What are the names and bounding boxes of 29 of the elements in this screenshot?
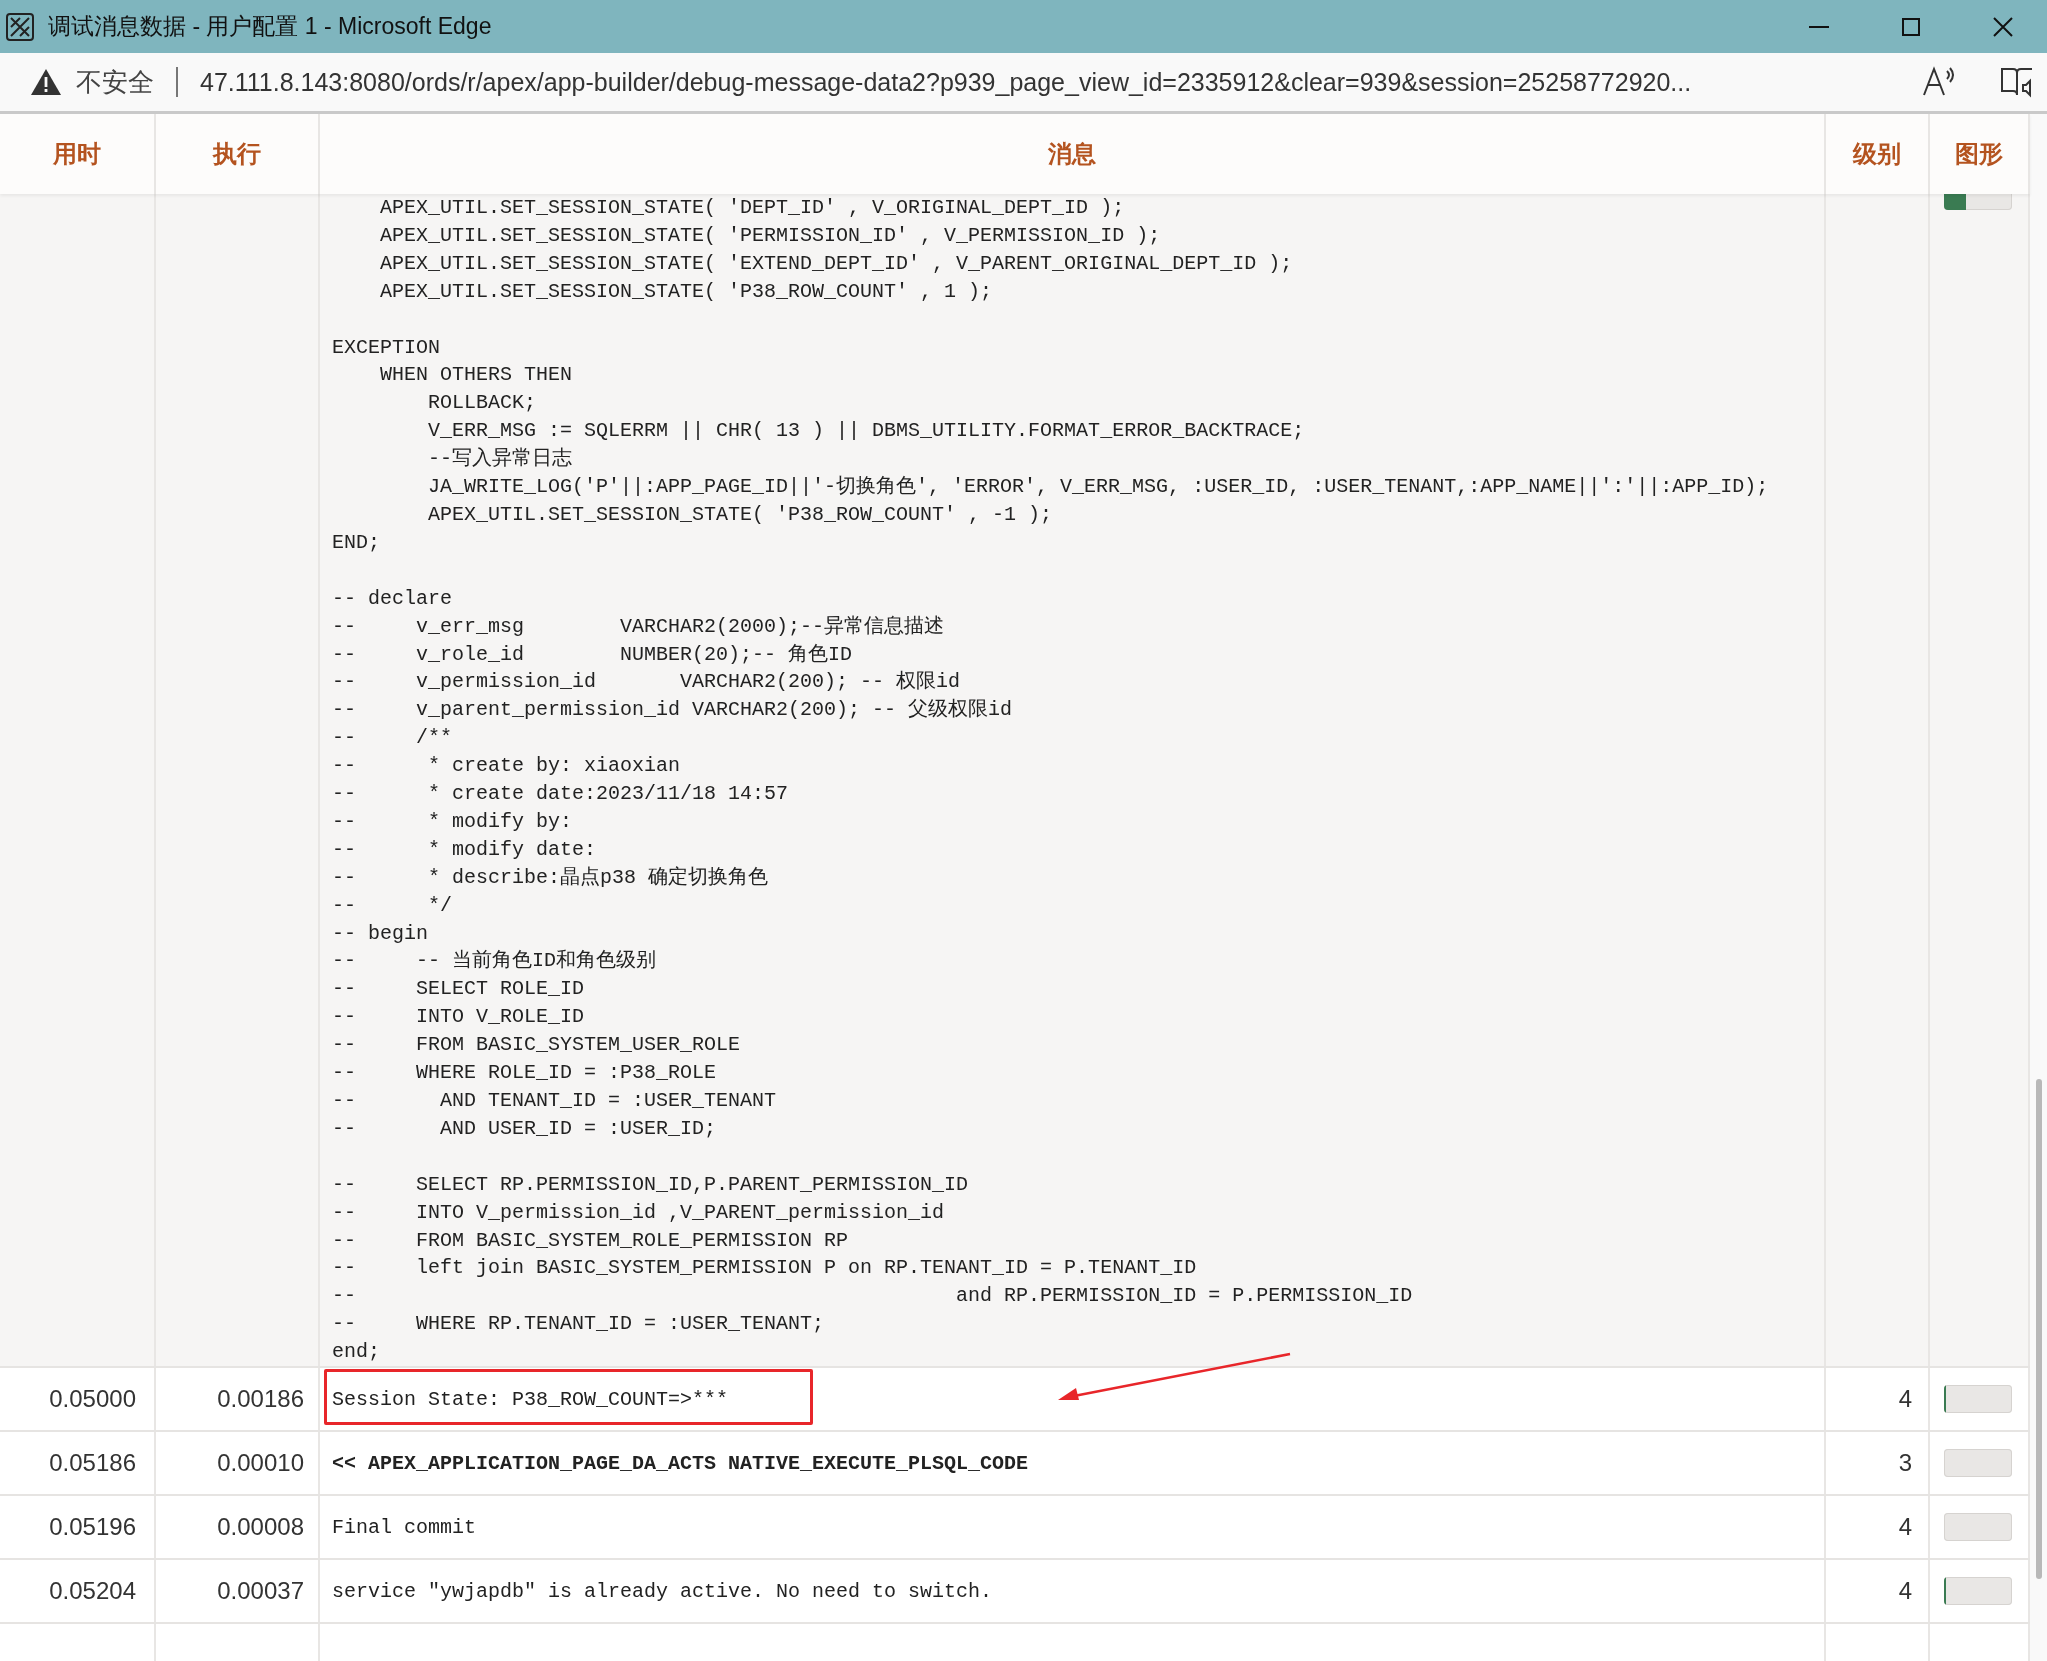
column-header[interactable]: 用时 [53,138,101,170]
warning-icon[interactable] [30,67,62,97]
execution-time: 0.00037 [217,1577,304,1606]
execution-time: 0.00186 [217,1385,304,1414]
elapsed-time: 0.05204 [49,1577,136,1606]
level-value: 4 [1898,1513,1912,1542]
url-field[interactable]: 47.111.8.143:8080/ords/r/apex/app-builder/debug-message-data2?p939_page_view_id=2335912&clear=939&session=25258772920... [200,67,1921,97]
column-header[interactable]: 消息 [1048,138,1096,170]
level-value: 4 [1898,1385,1912,1414]
execution-time: 0.00010 [217,1449,304,1478]
level-value: 3 [1898,1449,1912,1478]
message-text: service "ywjapdb" is already active. No need to switch. [332,1579,993,1603]
level-value: 4 [1898,1577,1912,1606]
code-text: APEX_UTIL.SET_SESSION_STATE( 'DEPT_ID' , V_ORIGINAL_DEPT_ID ); APEX_UTIL.SET_SESSION_STATE( 'PERMISSION_ID' , V_PERMISSION_ID ); APEX_UTIL.SET_SESSION_STATE( 'EXTEND_DEPT_ID' , V_PARENT_ORIGINAL_DEPT_ID ); APEX_UTIL.SET_SESSION_STATE( 'P38_ROW_COUNT' , 1 ); EXCEPTION WHEN OTHERS THEN ROLLBACK; V_ERR_MSG := SQLERRM || CHR( 13 ) || DBMS_UTILITY.FORMAT_ERROR_BACKTRACE; --写入异常日志 JA_WRITE_LOG('P'||:APP_PAGE_ID||'-切换角色', 'ERROR', V_ERR_MSG, :USER_ID, :USER_TENANT,:APP_NAME||':'||:APP_ID); APEX_UTIL.SET_SESSION_STATE( 'P38_ROW_COUNT' , -1 ); END; -- declare -- v_err_msg VARCHAR2(2000);--异常信息描述 -- v_role_id NUMBER(20);-- 角色ID -- v_permission_id VARCHAR2(200); -- 权限id -- v_parent_permission_id VARCHAR2(200); -- 父级权限id -- /** -- * create by: xiaoxian -- * create date:2023/11/18 14:57 -- * modify by: -- * modify date: -- * describe:晶点p38 确定切换角色 -- */ -- begin -- -- 当前角色ID和角色级别 -- SELECT ROLE_ID -- INTO V_ROLE_ID -- FROM BASIC_SYSTEM_USER_ROLE -- WHERE ROLE_ID = :P38_ROLE -- AND TENANT_ID = :USER_TENANT -- AND USER_ID = :USER_ID; -- SELECT RP.PERMISSION_ID,P.PARENT_PERMISSION_ID -- INTO V_permission_id ,V_PARENT_permission_id -- FROM BASIC_SYSTEM_ROLE_PERMISSION RP -- left join BASIC_SYSTEM_PERMISSION P on RP.TENANT_ID = P.TENANT_ID -- and RP.PERMISSION_ID = P.PERMISSION_ID -- WHERE RP.TENANT_ID = :USER_TENANT; end; [332,195,1769,1366]
message-text: Final commit [332,1515,477,1539]
column-header[interactable]: 级别 [1853,138,1901,170]
message-text: Session State: P38_ROW_COUNT=>*** [332,1387,729,1411]
security-label[interactable]: 不安全 [76,64,154,100]
message-text: << APEX_APPLICATION_PAGE_DA_ACTS NATIVE_EXECUTE_PLSQL_CODE [332,1451,1029,1475]
elapsed-time: 0.05000 [49,1385,136,1414]
scrollbar-thumb[interactable] [2036,1079,2042,1579]
app-icon [6,12,34,41]
elapsed-time: 0.05196 [49,1513,136,1542]
execution-time: 0.00008 [217,1513,304,1542]
column-header[interactable]: 执行 [213,138,261,170]
elapsed-time: 0.05186 [49,1449,136,1478]
window-title: 调试消息数据 - 用户配置 1 - Microsoft Edge [48,12,493,41]
column-header[interactable]: 图形 [1955,138,2003,170]
reader-icon[interactable] [1999,65,2035,99]
